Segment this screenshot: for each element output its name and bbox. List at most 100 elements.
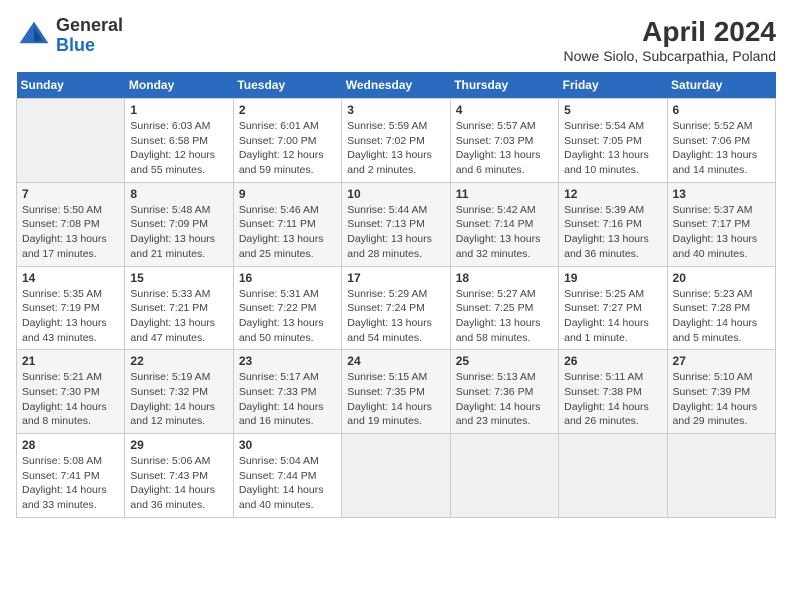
calendar-cell: 3 Sunrise: 5:59 AMSunset: 7:02 PMDaylight… (342, 99, 450, 183)
logo-text: General Blue (56, 16, 123, 56)
day-number: 15 (130, 271, 227, 285)
calendar-cell: 1 Sunrise: 6:03 AMSunset: 6:58 PMDaylight… (125, 99, 233, 183)
day-info: Sunrise: 5:23 AMSunset: 7:28 PMDaylight:… (673, 287, 770, 346)
day-number: 2 (239, 103, 336, 117)
day-number: 8 (130, 187, 227, 201)
day-number: 22 (130, 354, 227, 368)
calendar-cell: 24 Sunrise: 5:15 AMSunset: 7:35 PMDayligh… (342, 350, 450, 434)
day-info: Sunrise: 5:21 AMSunset: 7:30 PMDaylight:… (22, 370, 119, 429)
day-info: Sunrise: 5:59 AMSunset: 7:02 PMDaylight:… (347, 119, 444, 178)
calendar-cell: 21 Sunrise: 5:21 AMSunset: 7:30 PMDayligh… (17, 350, 125, 434)
logo: General Blue (16, 16, 123, 56)
day-number: 17 (347, 271, 444, 285)
day-number: 1 (130, 103, 227, 117)
calendar-cell: 8 Sunrise: 5:48 AMSunset: 7:09 PMDaylight… (125, 182, 233, 266)
day-info: Sunrise: 5:39 AMSunset: 7:16 PMDaylight:… (564, 203, 661, 262)
calendar-cell: 23 Sunrise: 5:17 AMSunset: 7:33 PMDayligh… (233, 350, 341, 434)
calendar-cell: 30 Sunrise: 5:04 AMSunset: 7:44 PMDayligh… (233, 434, 341, 518)
day-number: 16 (239, 271, 336, 285)
day-number: 23 (239, 354, 336, 368)
day-number: 30 (239, 438, 336, 452)
day-number: 21 (22, 354, 119, 368)
calendar-cell (559, 434, 667, 518)
day-info: Sunrise: 5:29 AMSunset: 7:24 PMDaylight:… (347, 287, 444, 346)
calendar-cell: 28 Sunrise: 5:08 AMSunset: 7:41 PMDayligh… (17, 434, 125, 518)
day-info: Sunrise: 5:10 AMSunset: 7:39 PMDaylight:… (673, 370, 770, 429)
day-info: Sunrise: 5:19 AMSunset: 7:32 PMDaylight:… (130, 370, 227, 429)
calendar-cell: 27Sunrise: 5:10 AMSunset: 7:39 PMDayligh… (667, 350, 775, 434)
day-info: Sunrise: 5:25 AMSunset: 7:27 PMDaylight:… (564, 287, 661, 346)
calendar-cell: 13Sunrise: 5:37 AMSunset: 7:17 PMDayligh… (667, 182, 775, 266)
day-info: Sunrise: 5:44 AMSunset: 7:13 PMDaylight:… (347, 203, 444, 262)
header-friday: Friday (559, 72, 667, 99)
calendar-cell: 25Sunrise: 5:13 AMSunset: 7:36 PMDayligh… (450, 350, 558, 434)
calendar-week-3: 14 Sunrise: 5:35 AMSunset: 7:19 PMDayligh… (17, 266, 776, 350)
calendar-cell: 26Sunrise: 5:11 AMSunset: 7:38 PMDayligh… (559, 350, 667, 434)
calendar-cell: 19 Sunrise: 5:25 AMSunset: 7:27 PMDayligh… (559, 266, 667, 350)
day-number: 18 (456, 271, 553, 285)
day-info: Sunrise: 5:08 AMSunset: 7:41 PMDaylight:… (22, 454, 119, 513)
logo-line1: General (56, 16, 123, 36)
header-saturday: Saturday (667, 72, 775, 99)
day-info: Sunrise: 6:01 AMSunset: 7:00 PMDaylight:… (239, 119, 336, 178)
calendar-week-1: 1 Sunrise: 6:03 AMSunset: 6:58 PMDaylight… (17, 99, 776, 183)
logo-icon (16, 18, 52, 54)
header-thursday: Thursday (450, 72, 558, 99)
day-number: 10 (347, 187, 444, 201)
day-info: Sunrise: 5:31 AMSunset: 7:22 PMDaylight:… (239, 287, 336, 346)
day-number: 5 (564, 103, 661, 117)
page-subtitle: Nowe Siolo, Subcarpathia, Poland (564, 48, 776, 64)
day-number: 3 (347, 103, 444, 117)
calendar-cell: 14 Sunrise: 5:35 AMSunset: 7:19 PMDayligh… (17, 266, 125, 350)
title-block: April 2024 Nowe Siolo, Subcarpathia, Pol… (564, 16, 776, 64)
calendar-cell: 11 Sunrise: 5:42 AMSunset: 7:14 PMDayligh… (450, 182, 558, 266)
header-monday: Monday (125, 72, 233, 99)
day-info: Sunrise: 6:03 AMSunset: 6:58 PMDaylight:… (130, 119, 227, 178)
calendar-cell: 18 Sunrise: 5:27 AMSunset: 7:25 PMDayligh… (450, 266, 558, 350)
calendar-cell: 12 Sunrise: 5:39 AMSunset: 7:16 PMDayligh… (559, 182, 667, 266)
calendar-cell: 22 Sunrise: 5:19 AMSunset: 7:32 PMDayligh… (125, 350, 233, 434)
calendar-cell: 2 Sunrise: 6:01 AMSunset: 7:00 PMDaylight… (233, 99, 341, 183)
calendar-week-5: 28 Sunrise: 5:08 AMSunset: 7:41 PMDayligh… (17, 434, 776, 518)
header-sunday: Sunday (17, 72, 125, 99)
day-number: 24 (347, 354, 444, 368)
calendar-cell: 29 Sunrise: 5:06 AMSunset: 7:43 PMDayligh… (125, 434, 233, 518)
day-info: Sunrise: 5:27 AMSunset: 7:25 PMDaylight:… (456, 287, 553, 346)
day-info: Sunrise: 5:50 AMSunset: 7:08 PMDaylight:… (22, 203, 119, 262)
day-number: 12 (564, 187, 661, 201)
day-number: 11 (456, 187, 553, 201)
day-number: 14 (22, 271, 119, 285)
day-info: Sunrise: 5:11 AMSunset: 7:38 PMDaylight:… (564, 370, 661, 429)
calendar-cell (342, 434, 450, 518)
day-info: Sunrise: 5:06 AMSunset: 7:43 PMDaylight:… (130, 454, 227, 513)
calendar-cell: 6Sunrise: 5:52 AMSunset: 7:06 PMDaylight… (667, 99, 775, 183)
day-info: Sunrise: 5:35 AMSunset: 7:19 PMDaylight:… (22, 287, 119, 346)
calendar-cell: 15 Sunrise: 5:33 AMSunset: 7:21 PMDayligh… (125, 266, 233, 350)
day-number: 20 (673, 271, 770, 285)
day-info: Sunrise: 5:15 AMSunset: 7:35 PMDaylight:… (347, 370, 444, 429)
calendar-week-4: 21 Sunrise: 5:21 AMSunset: 7:30 PMDayligh… (17, 350, 776, 434)
day-info: Sunrise: 5:04 AMSunset: 7:44 PMDaylight:… (239, 454, 336, 513)
day-info: Sunrise: 5:54 AMSunset: 7:05 PMDaylight:… (564, 119, 661, 178)
day-info: Sunrise: 5:46 AMSunset: 7:11 PMDaylight:… (239, 203, 336, 262)
calendar-cell: 7Sunrise: 5:50 AMSunset: 7:08 PMDaylight… (17, 182, 125, 266)
calendar-cell: 5 Sunrise: 5:54 AMSunset: 7:05 PMDaylight… (559, 99, 667, 183)
day-number: 19 (564, 271, 661, 285)
day-number: 29 (130, 438, 227, 452)
calendar-cell: 20 Sunrise: 5:23 AMSunset: 7:28 PMDayligh… (667, 266, 775, 350)
calendar-cell (450, 434, 558, 518)
day-info: Sunrise: 5:33 AMSunset: 7:21 PMDaylight:… (130, 287, 227, 346)
day-number: 6 (673, 103, 770, 117)
day-number: 28 (22, 438, 119, 452)
day-info: Sunrise: 5:42 AMSunset: 7:14 PMDaylight:… (456, 203, 553, 262)
header-wednesday: Wednesday (342, 72, 450, 99)
calendar-cell: 9Sunrise: 5:46 AMSunset: 7:11 PMDaylight… (233, 182, 341, 266)
calendar-cell: 16 Sunrise: 5:31 AMSunset: 7:22 PMDayligh… (233, 266, 341, 350)
day-info: Sunrise: 5:17 AMSunset: 7:33 PMDaylight:… (239, 370, 336, 429)
day-info: Sunrise: 5:37 AMSunset: 7:17 PMDaylight:… (673, 203, 770, 262)
day-info: Sunrise: 5:48 AMSunset: 7:09 PMDaylight:… (130, 203, 227, 262)
day-info: Sunrise: 5:13 AMSunset: 7:36 PMDaylight:… (456, 370, 553, 429)
calendar-cell: 10 Sunrise: 5:44 AMSunset: 7:13 PMDayligh… (342, 182, 450, 266)
page-title: April 2024 (564, 16, 776, 48)
calendar-table: SundayMondayTuesdayWednesdayThursdayFrid… (16, 72, 776, 518)
